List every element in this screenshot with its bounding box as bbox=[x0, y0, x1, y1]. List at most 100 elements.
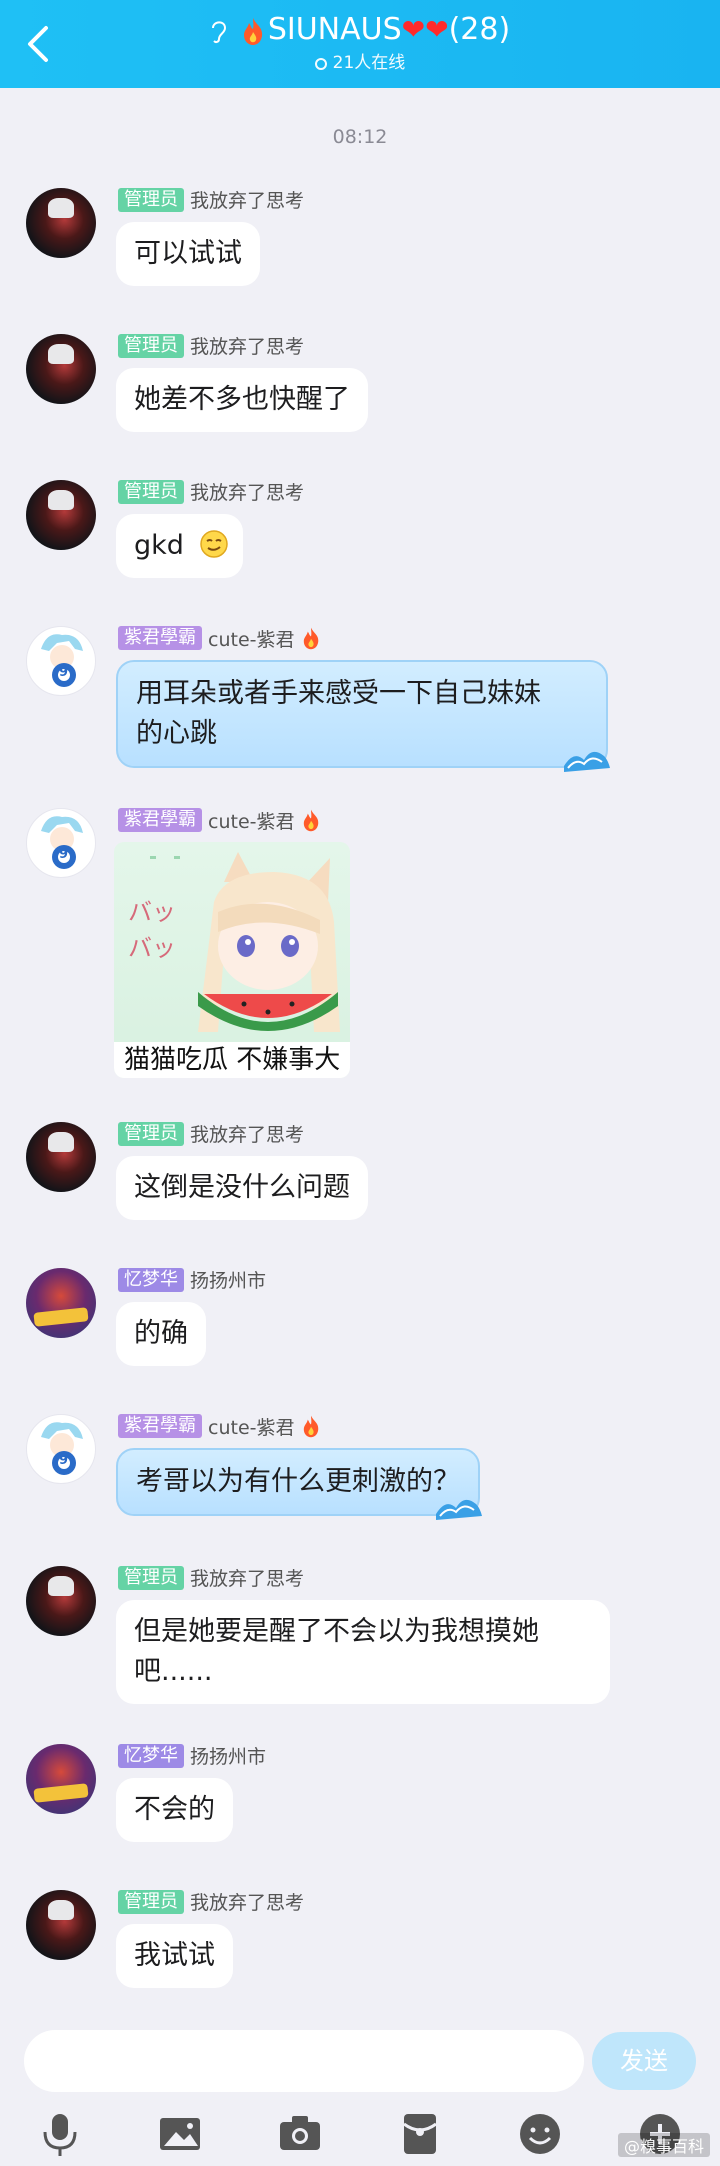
sender-meta: 管理员 我放弃了思考 bbox=[118, 1890, 304, 1916]
voice-button[interactable] bbox=[32, 2106, 88, 2162]
message-bubble[interactable]: 我试试 bbox=[116, 1924, 233, 1988]
avatar[interactable]: 9 bbox=[26, 808, 96, 878]
message-bubble[interactable]: 可以试试 bbox=[116, 222, 260, 286]
avatar[interactable]: 9 bbox=[26, 1414, 96, 1484]
fire-icon bbox=[304, 809, 319, 832]
red-packet-button[interactable] bbox=[392, 2106, 448, 2162]
microphone-icon bbox=[43, 2114, 77, 2156]
avatar[interactable] bbox=[26, 1268, 96, 1338]
wave-decoration-icon bbox=[564, 751, 610, 772]
sticker-caption: 猫猫吃瓜 不嫌事大 bbox=[114, 1042, 350, 1078]
message-bubble[interactable]: 的确 bbox=[116, 1302, 206, 1366]
avatar-figure-icon bbox=[41, 816, 83, 869]
role-badge: 管理员 bbox=[118, 1566, 184, 1590]
message-input[interactable] bbox=[24, 2030, 584, 2092]
sticker-image[interactable]: バッ バッ 猫猫吃瓜 不嫌事大 bbox=[114, 842, 350, 1078]
role-badge: 管理员 bbox=[118, 1890, 184, 1914]
sender-name[interactable]: 我放弃了思考 bbox=[190, 482, 304, 504]
group-name: SIUNAUS bbox=[267, 12, 402, 47]
message-line: 吧...... bbox=[134, 1656, 213, 1687]
avatar[interactable] bbox=[26, 334, 96, 404]
sender-meta: 管理员 我放弃了思考 bbox=[118, 188, 304, 214]
emoji-icon bbox=[520, 2114, 560, 2154]
sender-meta: 管理员 我放弃了思考 bbox=[118, 1122, 304, 1148]
avatar[interactable] bbox=[26, 188, 96, 258]
avatar[interactable] bbox=[26, 1744, 96, 1814]
avatar[interactable] bbox=[26, 1566, 96, 1636]
avatar[interactable] bbox=[26, 480, 96, 550]
avatar[interactable]: 9 bbox=[26, 626, 96, 696]
sender-meta: 忆梦华 扬扬州市 bbox=[118, 1744, 266, 1770]
avatar-figure-icon bbox=[41, 634, 83, 687]
role-badge: 管理员 bbox=[118, 334, 184, 358]
input-area: 发送 @糗事百科 bbox=[0, 2010, 720, 2163]
message-bubble[interactable]: 用耳朵或者手来感受一下自己妹妹 的心跳 bbox=[116, 660, 610, 772]
message-line: 用耳朵或者手来感受一下自己妹妹 bbox=[136, 678, 541, 709]
red-packet-icon bbox=[403, 2114, 437, 2154]
title-badge: 紫君學霸 bbox=[118, 626, 202, 650]
image-icon bbox=[160, 2118, 200, 2150]
message-timestamp: 08:12 bbox=[332, 126, 388, 148]
message-bubble[interactable]: 不会的 bbox=[116, 1778, 233, 1842]
sender-name[interactable]: cute-紫君 bbox=[208, 629, 294, 651]
message-line: 的心跳 bbox=[136, 718, 217, 749]
sender-name[interactable]: 我放弃了思考 bbox=[190, 1892, 304, 1914]
message-bubble[interactable]: 她差不多也快醒了 bbox=[116, 368, 368, 432]
sender-name[interactable]: 我放弃了思考 bbox=[190, 1124, 304, 1146]
online-status: 21人在线 bbox=[0, 52, 720, 74]
role-badge: 管理员 bbox=[118, 1122, 184, 1146]
sender-name[interactable]: 我放弃了思考 bbox=[190, 1568, 304, 1590]
sender-meta: 紫君學霸 cute-紫君 bbox=[118, 626, 322, 652]
message-line: 但是她要是醒了不会以为我想摸她 bbox=[134, 1616, 539, 1647]
message-bubble[interactable]: gkd bbox=[116, 514, 243, 578]
title-badge: 紫君學霸 bbox=[118, 808, 202, 832]
input-toolbar bbox=[0, 2106, 720, 2162]
sender-meta: 紫君學霸 cute-紫君 bbox=[118, 808, 322, 834]
sender-name[interactable]: 我放弃了思考 bbox=[190, 190, 304, 212]
wave-decoration-icon bbox=[436, 1499, 482, 1520]
group-title[interactable]: SIUNAUS❤❤(28) bbox=[0, 10, 720, 50]
avatar-number: 9 bbox=[59, 1453, 69, 1468]
sender-name[interactable]: cute-紫君 bbox=[208, 811, 294, 833]
online-count: 21人在线 bbox=[332, 53, 406, 73]
avatar-number: 9 bbox=[59, 665, 69, 680]
sender-meta: 管理员 我放弃了思考 bbox=[118, 1566, 304, 1592]
message-bubble[interactable]: 考哥以为有什么更刺激的？ bbox=[116, 1448, 482, 1520]
sender-meta: 管理员 我放弃了思考 bbox=[118, 334, 304, 360]
avatar[interactable] bbox=[26, 1122, 96, 1192]
fire-icon bbox=[243, 17, 262, 45]
avatar[interactable] bbox=[26, 1890, 96, 1960]
message-bubble[interactable]: 但是她要是醒了不会以为我想摸她 吧...... bbox=[116, 1600, 610, 1704]
chat-header: SIUNAUS❤❤(28) 21人在线 bbox=[0, 0, 720, 88]
member-count: (28) bbox=[448, 12, 511, 47]
image-button[interactable] bbox=[152, 2106, 208, 2162]
watermark: @糗事百科 bbox=[617, 2133, 710, 2157]
role-badge: 管理员 bbox=[118, 188, 184, 212]
sender-name[interactable]: 扬扬州市 bbox=[190, 1746, 266, 1768]
message-text: 考哥以为有什么更刺激的？ bbox=[136, 1466, 460, 1497]
sender-meta: 忆梦华 扬扬州市 bbox=[118, 1268, 266, 1294]
sender-name[interactable]: 我放弃了思考 bbox=[190, 336, 304, 358]
emoji-button[interactable] bbox=[512, 2106, 568, 2162]
send-button[interactable]: 发送 bbox=[592, 2032, 696, 2090]
camera-button[interactable] bbox=[272, 2106, 328, 2162]
title-badge: 忆梦华 bbox=[118, 1268, 184, 1292]
sender-meta: 紫君學霸 cute-紫君 bbox=[118, 1414, 322, 1440]
title-badge: 忆梦华 bbox=[118, 1744, 184, 1768]
fire-icon bbox=[304, 627, 319, 650]
title-badge: 紫君學霸 bbox=[118, 1414, 202, 1438]
smirk-emoji-icon bbox=[199, 530, 228, 558]
sender-meta: 管理员 我放弃了思考 bbox=[118, 480, 304, 506]
avatar-number: 9 bbox=[59, 847, 69, 862]
sticker-sound-text: バッ bbox=[128, 898, 176, 926]
ear-icon bbox=[211, 20, 226, 43]
message-text: gkd bbox=[134, 530, 184, 561]
sender-name[interactable]: 扬扬州市 bbox=[190, 1270, 266, 1292]
fire-icon bbox=[304, 1415, 319, 1438]
online-icon bbox=[314, 58, 327, 70]
sticker-sound-text: バッ bbox=[128, 934, 176, 962]
sender-name[interactable]: cute-紫君 bbox=[208, 1417, 294, 1439]
message-bubble[interactable]: 这倒是没什么问题 bbox=[116, 1156, 368, 1220]
role-badge: 管理员 bbox=[118, 480, 184, 504]
avatar-figure-icon bbox=[41, 1422, 83, 1475]
